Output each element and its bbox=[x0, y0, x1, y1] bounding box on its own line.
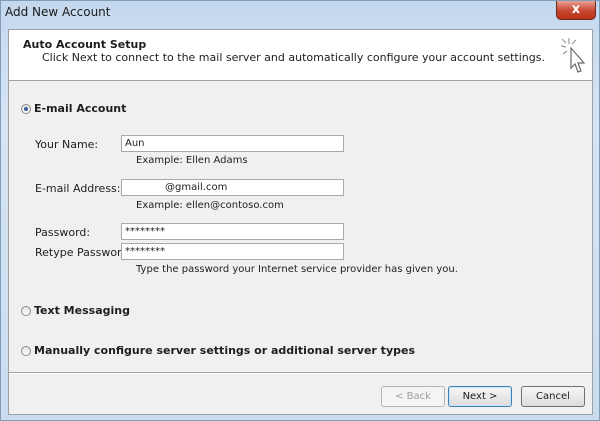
password-field[interactable]: ******** bbox=[121, 223, 344, 240]
text-messaging-radio[interactable] bbox=[21, 306, 31, 316]
manual-config-radio[interactable] bbox=[21, 346, 31, 356]
window-title: Add New Account bbox=[5, 5, 111, 19]
email-address-field[interactable]: @gmail.com bbox=[121, 179, 344, 196]
close-button[interactable]: x bbox=[556, 1, 596, 20]
name-example: Example: Ellen Adams bbox=[136, 155, 248, 166]
password-label: Password: bbox=[35, 226, 91, 239]
title-bar[interactable]: Add New Account x bbox=[1, 1, 599, 23]
header-subtitle: Click Next to connect to the mail server… bbox=[42, 51, 545, 64]
cancel-button[interactable]: Cancel bbox=[521, 386, 585, 407]
back-button[interactable]: < Back bbox=[381, 386, 445, 407]
dialog-body: Auto Account Setup Click Next to connect… bbox=[8, 29, 593, 415]
cursor-sparkle-icon bbox=[560, 38, 586, 73]
email-example: Example: ellen@contoso.com bbox=[136, 200, 284, 211]
email-address-label: E-mail Address: bbox=[35, 182, 121, 195]
text-messaging-label[interactable]: Text Messaging bbox=[34, 304, 130, 317]
retype-password-field[interactable]: ******** bbox=[121, 243, 344, 260]
header-title: Auto Account Setup bbox=[23, 38, 147, 51]
next-button[interactable]: Next > bbox=[448, 386, 512, 407]
retype-password-label: Retype Password: bbox=[35, 246, 133, 259]
footer-divider bbox=[9, 372, 592, 374]
wizard-header: Auto Account Setup Click Next to connect… bbox=[9, 30, 592, 81]
add-account-dialog: Add New Account x Auto Account Setup Cli… bbox=[0, 0, 600, 421]
close-icon: x bbox=[571, 2, 581, 17]
email-account-label[interactable]: E-mail Account bbox=[34, 102, 126, 115]
your-name-field[interactable]: Aun bbox=[121, 135, 344, 152]
your-name-label: Your Name: bbox=[35, 138, 99, 151]
email-account-radio[interactable] bbox=[21, 104, 31, 114]
manual-config-label[interactable]: Manually configure server settings or ad… bbox=[34, 344, 415, 357]
password-hint: Type the password your Internet service … bbox=[136, 264, 458, 275]
